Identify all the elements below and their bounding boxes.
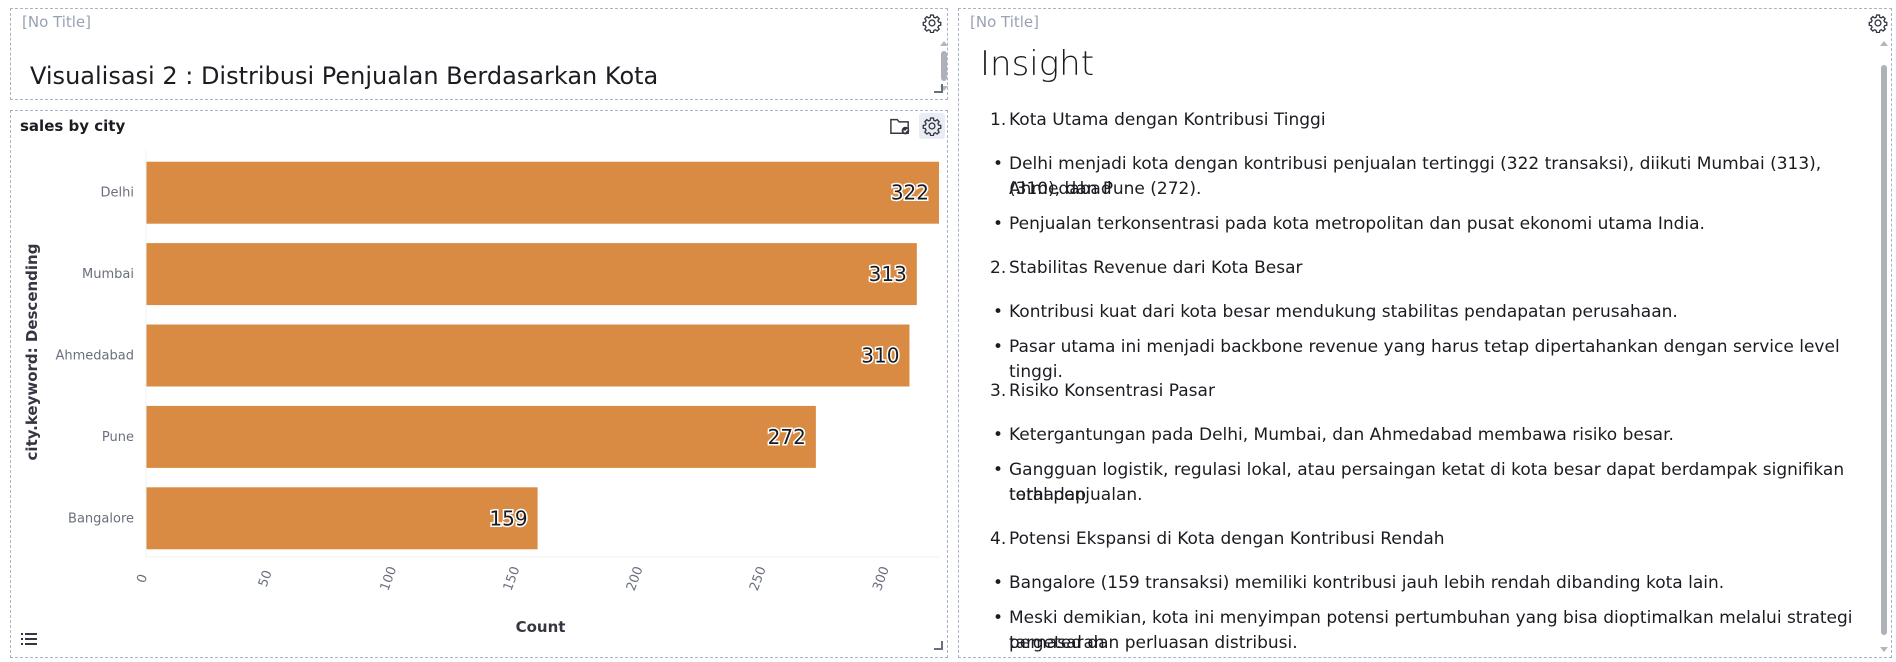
scrollbar-thumb[interactable]	[941, 51, 947, 81]
insight-bullet-text: • Bangalore (159 transaksi) memiliki kont…	[993, 571, 1724, 596]
chart-title: sales by city	[20, 117, 126, 135]
folder-check-icon[interactable]	[887, 113, 913, 139]
insight-bullet-text: • Kontribusi kuat dari kota besar menduku…	[993, 300, 1678, 325]
bullet: •	[993, 608, 1004, 628]
list-number: 2.	[990, 258, 1007, 278]
insight-heading: Insight	[980, 44, 1095, 84]
resize-handle[interactable]	[934, 641, 943, 650]
insight-section-title: 2. Stabilitas Revenue dari Kota Besar	[990, 256, 1303, 281]
insight-bullet-text: • Penjualan terkonsentrasi pada kota metr…	[993, 212, 1705, 237]
gear-icon[interactable]	[919, 113, 945, 139]
scroll-up-arrow[interactable]	[1880, 41, 1888, 46]
insight-panel: [No Title]	[958, 8, 1892, 658]
panel-title: [No Title]	[970, 13, 1040, 31]
bullet: •	[993, 154, 1004, 174]
insight-bullet-text: • Pasar utama ini menjadi backbone revenu…	[993, 337, 1840, 382]
bullet: •	[993, 425, 1004, 445]
bullet: •	[993, 460, 1004, 480]
insight-bullet-text: • Ketergantungan pada Delhi, Mumbai, dan …	[993, 423, 1674, 448]
bullet: •	[993, 337, 1004, 357]
bullet: •	[993, 302, 1004, 322]
markdown-heading: Visualisasi 2 : Distribusi Penjualan Ber…	[30, 62, 659, 90]
chart-panel	[10, 110, 948, 658]
scroll-up-arrow[interactable]	[940, 41, 948, 46]
list-number: 3.	[990, 381, 1007, 401]
panel-title: [No Title]	[22, 13, 92, 31]
insight-section-title: 4. Potensi Ekspansi di Kota dengan Kontri…	[990, 527, 1445, 552]
legend-toggle-icon[interactable]	[21, 631, 37, 645]
insight-section-title: 3. Risiko Konsentrasi Pasar	[990, 379, 1215, 404]
resize-handle[interactable]	[934, 84, 943, 93]
insight-bullet-text: targeted dan perluasan distribusi.	[1009, 633, 1298, 653]
bullet: •	[993, 214, 1004, 234]
list-number: 4.	[990, 529, 1007, 549]
gear-icon[interactable]	[919, 10, 945, 36]
bullet: •	[993, 573, 1004, 593]
gear-icon[interactable]	[1865, 10, 1891, 36]
insight-section-title: 1. Kota Utama dengan Kontribusi Tinggi	[990, 108, 1326, 133]
insight-bullet-text: (310), dan Pune (272).	[1009, 179, 1202, 199]
insight-bullet-text: total penjualan.	[1009, 485, 1143, 505]
list-number: 1.	[990, 110, 1007, 130]
